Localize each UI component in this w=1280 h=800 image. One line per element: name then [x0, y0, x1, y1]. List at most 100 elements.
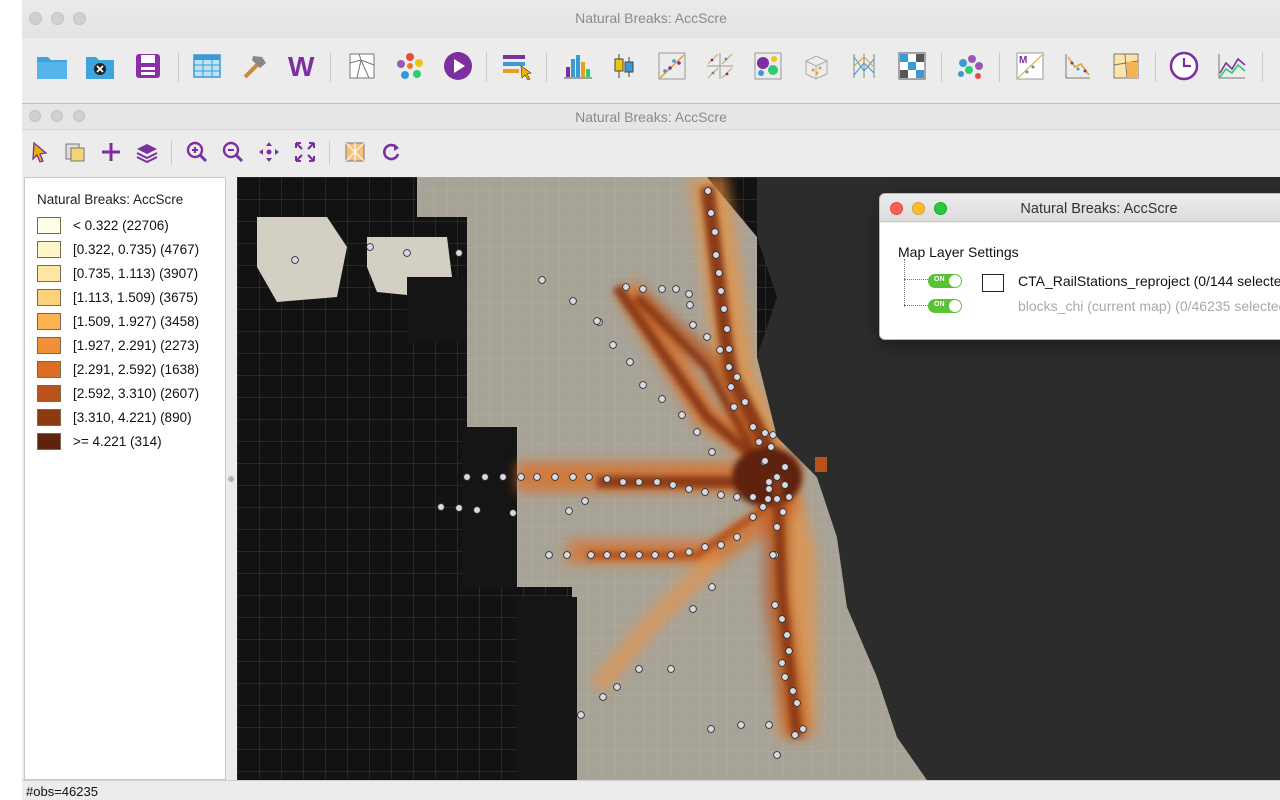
rail-station-dot[interactable]	[658, 285, 666, 293]
rail-station-dot[interactable]	[717, 491, 725, 499]
legend-item[interactable]: < 0.322 (22706)	[37, 216, 169, 234]
rail-station-dot[interactable]	[720, 305, 728, 313]
layer-name-stations[interactable]: CTA_RailStations_reproject (0/144 select…	[1018, 273, 1280, 289]
rail-station-dot[interactable]	[773, 523, 781, 531]
legend-item[interactable]: >= 4.221 (314)	[37, 432, 162, 450]
rail-station-dot[interactable]	[723, 325, 731, 333]
rail-station-dot[interactable]	[593, 317, 601, 325]
rail-station-dot[interactable]	[715, 269, 723, 277]
legend-item[interactable]: [1.113, 1.509) (3675)	[37, 288, 198, 306]
rail-station-dot[interactable]	[653, 478, 661, 486]
layer-name-blocks[interactable]: blocks_chi (current map) (0/46235 select…	[1018, 298, 1280, 314]
rail-station-dot[interactable]	[799, 725, 807, 733]
rail-station-dot[interactable]	[291, 256, 299, 264]
legend-item[interactable]: [2.592, 3.310) (2607)	[37, 384, 199, 402]
rail-station-dot[interactable]	[791, 731, 799, 739]
pan-icon[interactable]	[256, 139, 282, 165]
rail-station-dot[interactable]	[672, 285, 680, 293]
rail-station-dot[interactable]	[755, 438, 763, 446]
rail-station-dot[interactable]	[769, 551, 777, 559]
legend-item[interactable]: [3.310, 4.221) (890)	[37, 408, 192, 426]
weights-icon[interactable]: W	[284, 48, 320, 84]
rail-station-dot[interactable]	[693, 428, 701, 436]
rail-station-dot[interactable]	[761, 457, 769, 465]
layer-toggle-stations[interactable]: ON	[928, 274, 962, 288]
rail-station-dot[interactable]	[473, 506, 481, 514]
rail-station-dot[interactable]	[463, 473, 471, 481]
rail-station-dot[interactable]	[678, 411, 686, 419]
rail-station-dot[interactable]	[778, 615, 786, 623]
cube-3d-icon[interactable]	[798, 48, 834, 84]
rail-station-dot[interactable]	[635, 665, 643, 673]
rail-station-dot[interactable]	[569, 473, 577, 481]
rail-station-dot[interactable]	[565, 507, 573, 515]
table-icon[interactable]	[189, 48, 225, 84]
rail-station-dot[interactable]	[599, 693, 607, 701]
parallel-coord-icon[interactable]	[846, 48, 882, 84]
rail-station-dot[interactable]	[749, 513, 757, 521]
hammer-icon[interactable]	[236, 48, 272, 84]
rail-station-dot[interactable]	[741, 398, 749, 406]
rail-station-dot[interactable]	[685, 548, 693, 556]
rail-station-dot[interactable]	[717, 541, 725, 549]
rail-station-dot[interactable]	[545, 551, 553, 559]
rail-station-dot[interactable]	[626, 358, 634, 366]
rail-station-dot[interactable]	[749, 493, 757, 501]
open-folder-icon[interactable]	[34, 48, 70, 84]
rail-station-dot[interactable]	[761, 429, 769, 437]
rail-station-dot[interactable]	[403, 249, 411, 257]
averages-icon[interactable]	[1214, 48, 1250, 84]
legend-item[interactable]: [2.291, 2.592) (1638)	[37, 360, 199, 378]
rail-station-dot[interactable]	[707, 725, 715, 733]
full-extent-icon[interactable]	[292, 139, 318, 165]
moran-icon[interactable]: M	[1012, 48, 1048, 84]
play-icon[interactable]	[440, 48, 476, 84]
rail-station-dot[interactable]	[667, 665, 675, 673]
rail-station-dot[interactable]	[711, 228, 719, 236]
rail-station-dot[interactable]	[686, 301, 694, 309]
legend-item[interactable]: [0.735, 1.113) (3907)	[37, 264, 198, 282]
rail-station-dot[interactable]	[651, 551, 659, 559]
basemap-icon[interactable]	[342, 139, 368, 165]
rail-station-dot[interactable]	[764, 495, 772, 503]
time-icon[interactable]	[1166, 48, 1202, 84]
rail-station-dot[interactable]	[689, 605, 697, 613]
layers-icon[interactable]	[134, 139, 160, 165]
rail-station-dot[interactable]	[622, 283, 630, 291]
layer-style-swatch[interactable]	[982, 274, 1004, 292]
rail-station-dot[interactable]	[779, 508, 787, 516]
rail-station-dot[interactable]	[603, 475, 611, 483]
rail-station-dot[interactable]	[765, 485, 773, 493]
rail-station-dot[interactable]	[716, 346, 724, 354]
rail-station-dot[interactable]	[551, 473, 559, 481]
rail-station-dot[interactable]	[793, 699, 801, 707]
rail-station-dot[interactable]	[455, 504, 463, 512]
rail-station-dot[interactable]	[725, 363, 733, 371]
layer-toggle-blocks[interactable]: ON	[928, 299, 962, 313]
rail-station-dot[interactable]	[733, 533, 741, 541]
rail-station-dot[interactable]	[619, 478, 627, 486]
rail-station-dot[interactable]	[569, 297, 577, 305]
rail-station-dot[interactable]	[771, 601, 779, 609]
rail-station-dot[interactable]	[765, 478, 773, 486]
scatter-plot-icon[interactable]	[654, 48, 690, 84]
rail-station-dot[interactable]	[703, 333, 711, 341]
rail-station-dot[interactable]	[733, 493, 741, 501]
rail-station-dot[interactable]	[778, 659, 786, 667]
rail-station-dot[interactable]	[737, 721, 745, 729]
rail-station-dot[interactable]	[727, 383, 735, 391]
rail-station-dot[interactable]	[639, 381, 647, 389]
rail-station-dot[interactable]	[712, 251, 720, 259]
splitter-handle[interactable]	[228, 476, 234, 482]
rail-station-dot[interactable]	[587, 551, 595, 559]
legend-item[interactable]: [1.927, 2.291) (2273)	[37, 336, 199, 354]
legend-item[interactable]: [0.322, 0.735) (4767)	[37, 240, 199, 258]
rail-station-dot[interactable]	[781, 481, 789, 489]
rail-station-dot[interactable]	[581, 497, 589, 505]
rail-station-dot[interactable]	[773, 473, 781, 481]
rail-station-dot[interactable]	[635, 478, 643, 486]
rail-station-dot[interactable]	[701, 543, 709, 551]
close-project-icon[interactable]	[82, 48, 118, 84]
map-icon[interactable]	[344, 48, 380, 84]
rail-station-dot[interactable]	[785, 493, 793, 501]
